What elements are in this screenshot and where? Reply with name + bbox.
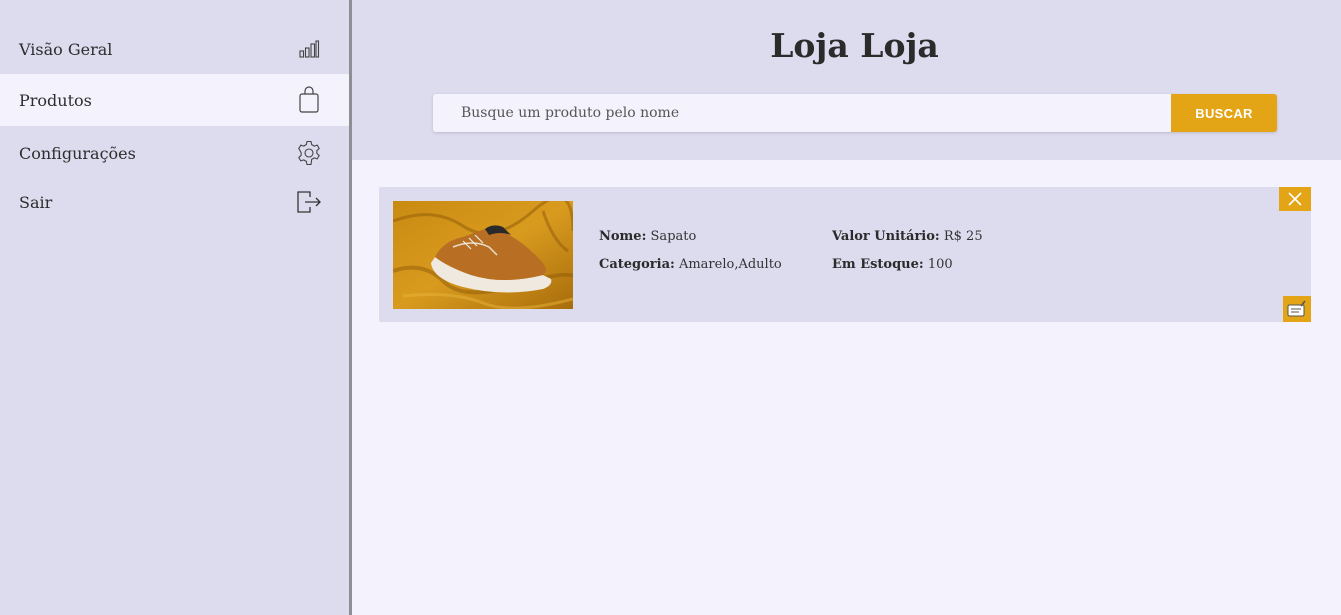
bar-chart-icon	[295, 35, 323, 63]
product-name: Nome: Sapato	[599, 229, 696, 244]
search-button[interactable]: BUSCAR	[1171, 94, 1277, 132]
sidebar-item-sair[interactable]: Sair	[0, 176, 349, 228]
sidebar-item-visao-geral[interactable]: Visão Geral	[0, 23, 349, 75]
product-name-value: Sapato	[650, 229, 697, 244]
logout-icon	[295, 188, 323, 216]
edit-product-button[interactable]	[1283, 296, 1311, 322]
header: Loja Loja BUSCAR	[352, 0, 1341, 160]
main-content: Loja Loja BUSCAR	[352, 0, 1341, 615]
sidebar-item-label: Visão Geral	[19, 39, 113, 59]
shopping-bag-icon	[295, 86, 323, 114]
product-image	[393, 201, 573, 309]
product-stock-value: 100	[927, 257, 953, 272]
product-price-value: R$ 25	[943, 229, 983, 244]
delete-product-button[interactable]	[1279, 187, 1311, 211]
sneaker-photo	[393, 201, 573, 309]
product-stock: Em Estoque: 100	[832, 257, 953, 272]
search-input[interactable]	[433, 94, 1171, 132]
search-bar: BUSCAR	[433, 94, 1277, 132]
sidebar-item-label: Sair	[19, 192, 53, 212]
sidebar-item-configuracoes[interactable]: Configurações	[0, 127, 349, 179]
page-title: Loja Loja	[770, 26, 939, 65]
sidebar: Visão Geral Produtos Configurações Sair	[0, 0, 349, 615]
sidebar-item-produtos[interactable]: Produtos	[0, 74, 349, 126]
product-card: Nome: Sapato Categoria: Amarelo,Adulto V…	[379, 187, 1311, 322]
product-category: Categoria: Amarelo,Adulto	[599, 257, 782, 272]
product-price-label: Valor Unitário:	[832, 229, 940, 244]
product-name-label: Nome:	[599, 229, 647, 244]
product-stock-label: Em Estoque:	[832, 257, 924, 272]
sidebar-item-label: Configurações	[19, 143, 136, 163]
close-icon	[1288, 192, 1302, 206]
sidebar-item-label: Produtos	[19, 90, 92, 110]
product-category-value: Amarelo,Adulto	[678, 257, 782, 272]
edit-icon	[1287, 300, 1306, 317]
gear-icon	[295, 139, 323, 167]
product-price: Valor Unitário: R$ 25	[832, 229, 983, 244]
product-category-label: Categoria:	[599, 257, 675, 272]
